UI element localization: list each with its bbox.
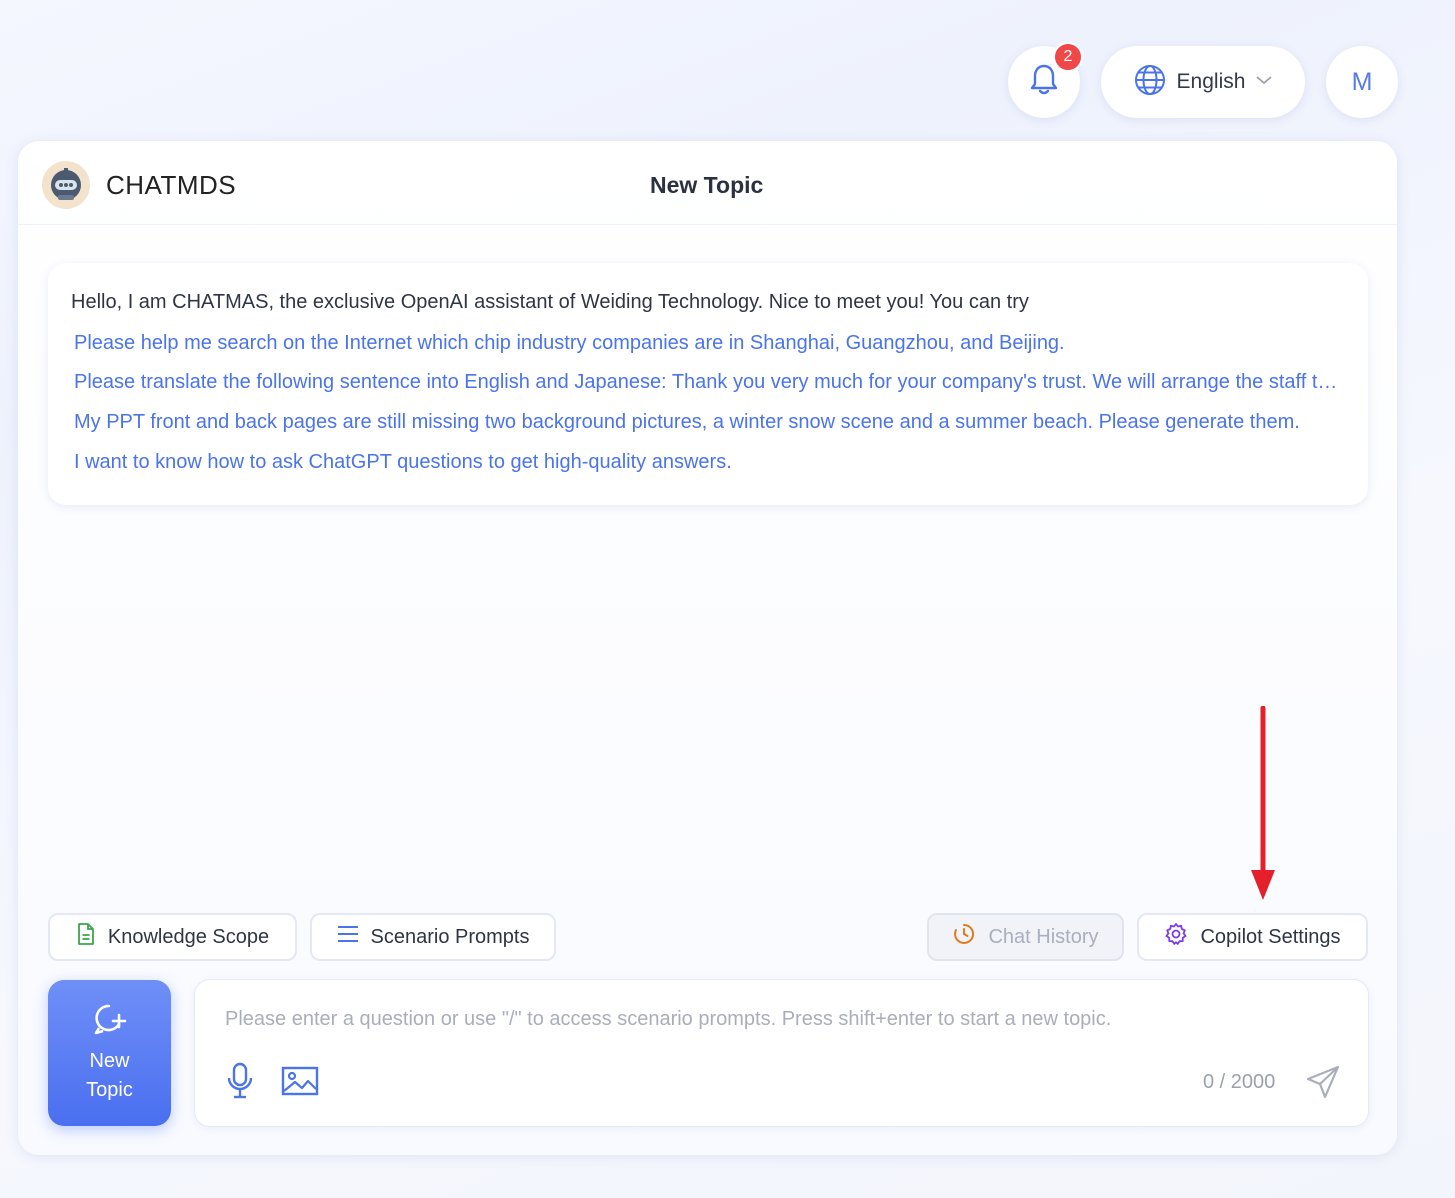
copilot-settings-button[interactable]: Copilot Settings: [1137, 913, 1368, 961]
welcome-message: Hello, I am CHATMAS, the exclusive OpenA…: [48, 263, 1368, 505]
image-upload-icon[interactable]: [281, 1066, 319, 1101]
message-input[interactable]: [225, 1004, 1335, 1034]
new-topic-label: New Topic: [86, 1049, 133, 1101]
chat-history-button[interactable]: Chat History: [927, 913, 1124, 961]
suggestion-item[interactable]: Please translate the following sentence …: [74, 371, 1344, 394]
language-selector[interactable]: English: [1101, 46, 1305, 118]
chat-panel: CHATMDS New Topic Hello, I am CHATMAS, t…: [17, 140, 1398, 1156]
scenario-prompts-label: Scenario Prompts: [370, 925, 530, 948]
page-title: New Topic: [650, 172, 764, 198]
globe-icon: [1133, 63, 1167, 102]
scenario-prompts-button[interactable]: Scenario Prompts: [310, 913, 556, 961]
gear-icon: [1164, 922, 1188, 952]
robot-logo-icon: [42, 161, 90, 209]
language-label: English: [1176, 70, 1246, 93]
knowledge-scope-button[interactable]: Knowledge Scope: [48, 913, 297, 961]
suggestion-item[interactable]: Please help me search on the Internet wh…: [74, 332, 1065, 355]
chat-history-label: Chat History: [988, 925, 1099, 948]
brand-name: CHATMDS: [106, 170, 237, 200]
document-icon: [76, 922, 96, 952]
microphone-icon[interactable]: [225, 1062, 255, 1105]
bell-icon: [1029, 63, 1059, 102]
character-counter: 0 / 2000: [1203, 1071, 1276, 1093]
user-avatar[interactable]: M: [1326, 46, 1398, 118]
suggestion-item[interactable]: My PPT front and back pages are still mi…: [74, 411, 1300, 434]
suggestion-item[interactable]: I want to know how to ask ChatGPT questi…: [74, 451, 732, 474]
clock-icon: [952, 922, 976, 952]
new-chat-icon: [92, 1002, 128, 1041]
new-topic-button[interactable]: New Topic: [48, 980, 171, 1126]
notification-badge: 2: [1053, 42, 1083, 72]
chat-header: CHATMDS New Topic: [18, 141, 1397, 225]
message-composer: 0 / 2000: [194, 979, 1369, 1127]
notifications-button[interactable]: 2: [1008, 42, 1083, 118]
welcome-intro: Hello, I am CHATMAS, the exclusive OpenA…: [71, 291, 1029, 313]
send-icon[interactable]: [1305, 1064, 1341, 1105]
copilot-settings-label: Copilot Settings: [1200, 925, 1341, 948]
knowledge-scope-label: Knowledge Scope: [107, 925, 270, 948]
annotation-arrow: [1250, 705, 1276, 907]
list-icon: [337, 924, 359, 950]
chevron-down-icon: [1255, 73, 1273, 91]
